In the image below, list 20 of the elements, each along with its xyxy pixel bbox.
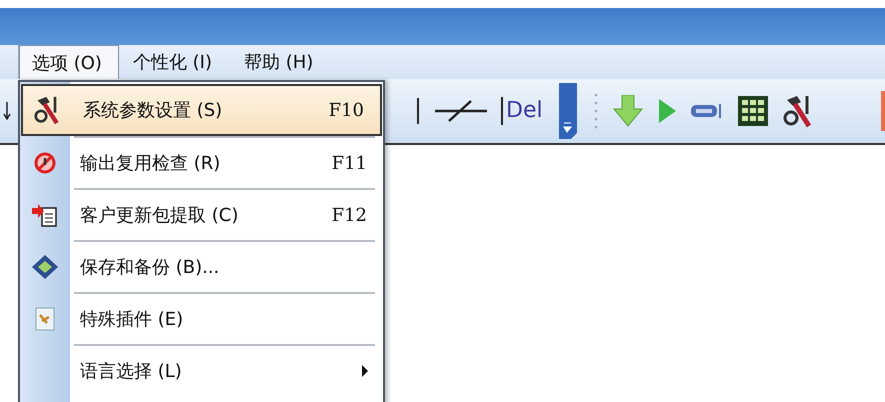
down-arrow-icon[interactable] (3, 102, 11, 120)
menu-item[interactable]: 客户更新包提取 (C) F12 (20, 188, 383, 240)
document-arrow-icon (32, 203, 58, 227)
menu-item[interactable]: 语言选择 (L) (20, 344, 383, 396)
delete-button[interactable]: Del (501, 97, 543, 125)
menu-bar-item[interactable]: 个性化 (I) (118, 45, 230, 79)
menu-item[interactable]: 输出复用检查 (R) F11 (20, 136, 383, 188)
grip-icon[interactable] (592, 91, 599, 131)
diskette-icon (31, 254, 59, 280)
document-icon (35, 307, 55, 331)
menu-bar-item[interactable]: 选项 (O) (19, 45, 119, 79)
menu-bar-item[interactable]: 帮助 (H) (230, 45, 332, 79)
menu-item[interactable]: 保存和备份 (B)... (20, 240, 383, 292)
toolbar-handle-icon[interactable] (556, 83, 579, 139)
menu-item[interactable]: 系统参数设置 (S) F10 (21, 84, 382, 136)
contact-symbol-icon[interactable] (435, 99, 487, 123)
prohibited-icon (34, 152, 56, 174)
menu-item[interactable]: 特殊插件 (E) (20, 292, 383, 344)
table-icon[interactable] (736, 95, 769, 127)
port-icon[interactable] (690, 103, 723, 119)
